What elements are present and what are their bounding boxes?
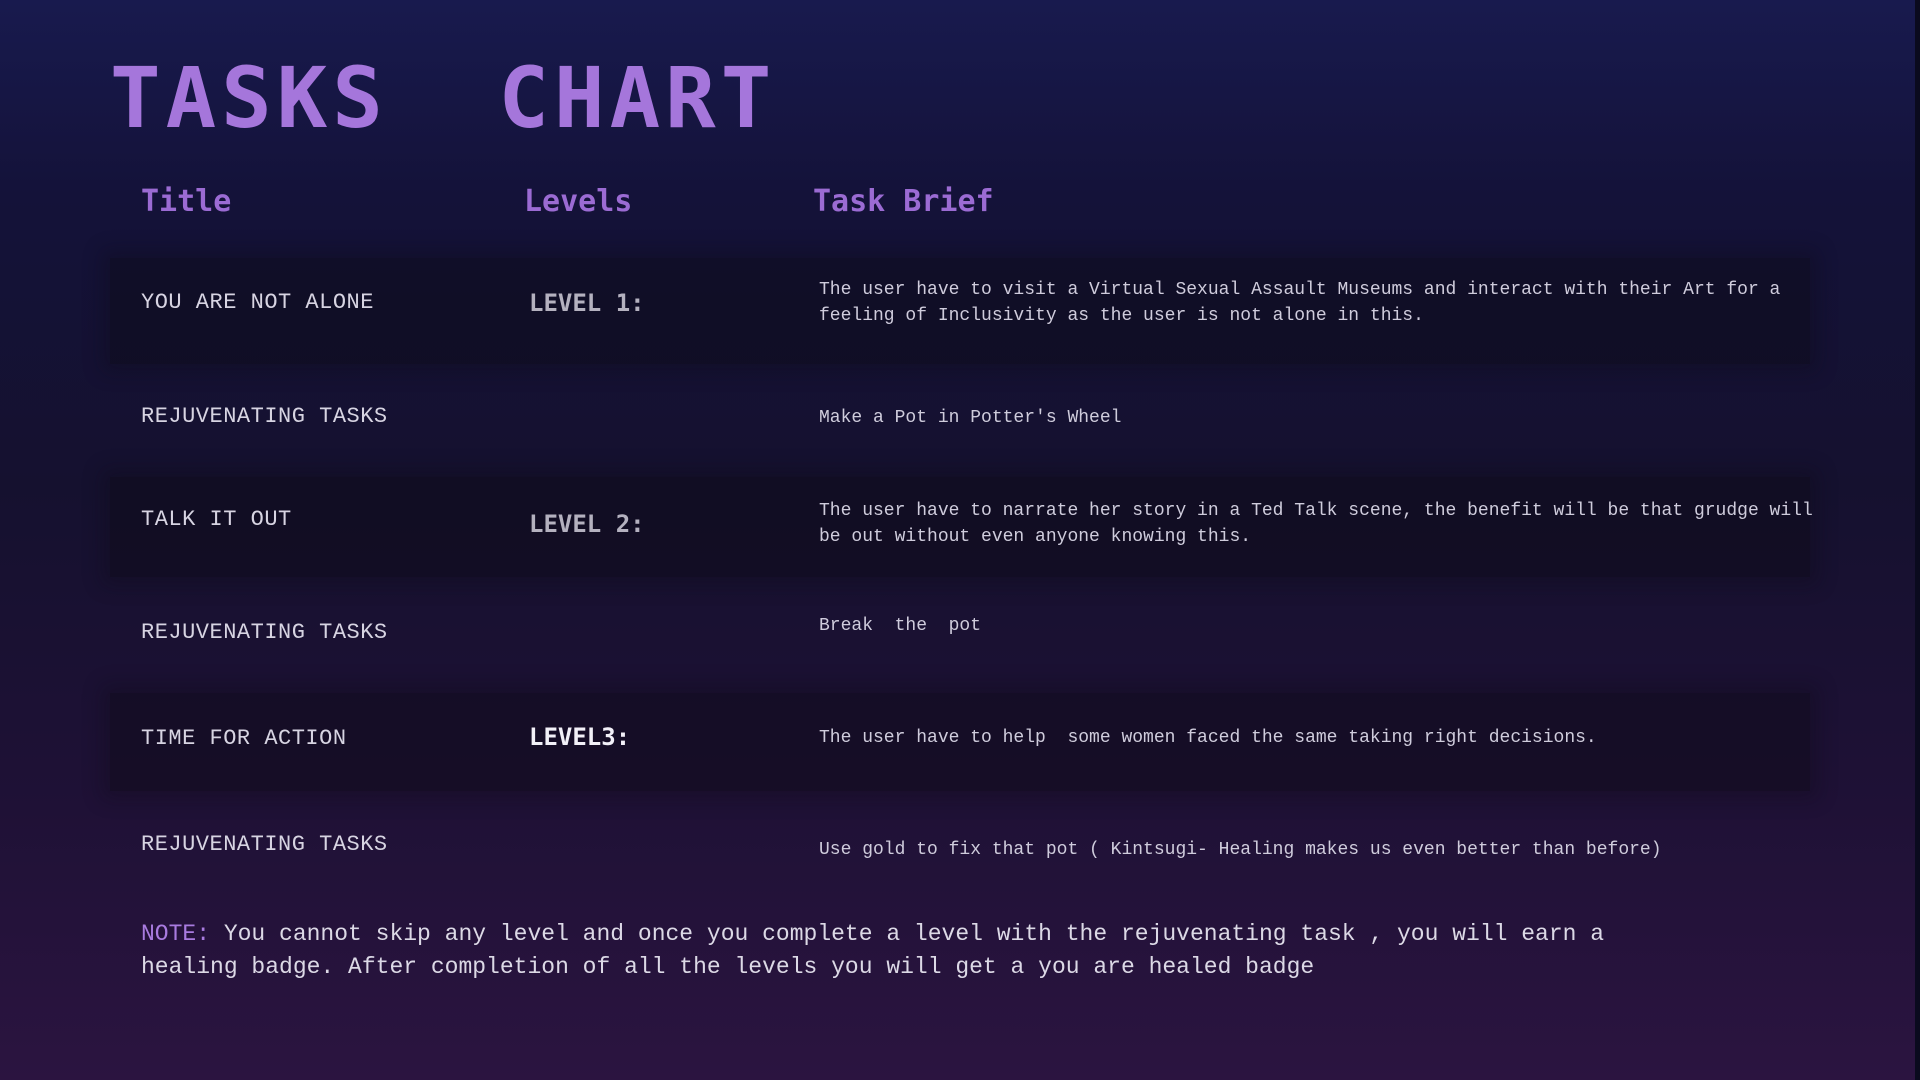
row-task-brief: Use gold to fix that pot ( Kintsugi- Hea… xyxy=(819,840,1662,860)
page-title: TASKS CHART xyxy=(110,49,777,147)
table-row: REJUVENATING TASKS Use gold to fix that … xyxy=(110,812,1810,882)
column-header-task-brief: Task Brief xyxy=(813,184,994,219)
row-task-brief: Make a Pot in Potter's Wheel xyxy=(819,408,1122,428)
table-row: REJUVENATING TASKS Break the pot xyxy=(110,600,1810,670)
row-level: LEVEL 2: xyxy=(529,510,645,538)
row-title: REJUVENATING TASKS xyxy=(141,620,388,645)
note-text: You cannot skip any level and once you c… xyxy=(141,921,1605,980)
row-title: TIME FOR ACTION xyxy=(141,726,347,751)
row-title: REJUVENATING TASKS xyxy=(141,832,388,857)
note-paragraph: NOTE: You cannot skip any level and once… xyxy=(141,918,1701,984)
row-task-brief: The user have to narrate her story in a … xyxy=(819,501,1824,547)
slide-right-edge xyxy=(1915,0,1920,1080)
row-level: LEVEL 1: xyxy=(529,289,645,317)
row-task-brief: The user have to help some women faced t… xyxy=(819,728,1597,748)
row-task-brief: The user have to visit a Virtual Sexual … xyxy=(819,280,1792,326)
row-title: YOU ARE NOT ALONE xyxy=(141,290,374,315)
table-row: TALK IT OUT LEVEL 2: The user have to na… xyxy=(110,477,1813,577)
table-row: YOU ARE NOT ALONE LEVEL 1: The user have… xyxy=(110,258,1810,364)
table-row: REJUVENATING TASKS Make a Pot in Potter'… xyxy=(110,384,1810,454)
note-label: NOTE: xyxy=(141,921,211,947)
table-row: TIME FOR ACTION LEVEL3: The user have to… xyxy=(110,693,1810,791)
row-title: REJUVENATING TASKS xyxy=(141,404,388,429)
column-header-title: Title xyxy=(141,184,232,219)
row-task-brief: Break the pot xyxy=(819,616,982,636)
column-header-levels: Levels xyxy=(524,184,633,219)
row-level: LEVEL3: xyxy=(529,723,631,751)
row-title: TALK IT OUT xyxy=(141,507,292,532)
